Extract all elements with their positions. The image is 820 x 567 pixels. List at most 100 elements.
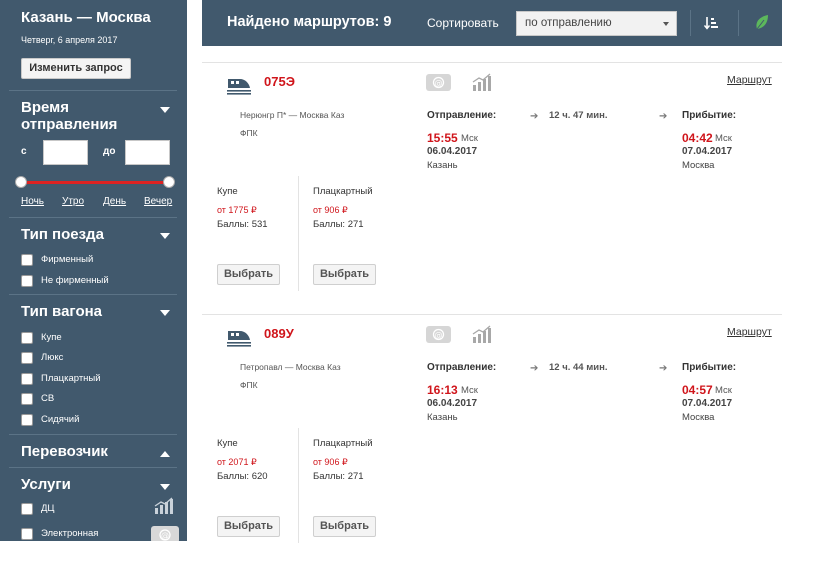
time-to-label: до [103, 146, 116, 157]
divider [202, 314, 782, 315]
departure-city: Казань [427, 412, 458, 423]
train-route-name: Нерюнгр П* — Москва Каз [240, 110, 345, 120]
time-slider-max-handle[interactable] [163, 176, 175, 188]
sort-select[interactable]: по отправлению [516, 11, 677, 36]
chevron-down-icon[interactable] [160, 484, 170, 490]
svg-text:@: @ [435, 79, 443, 88]
seat-points: Баллы: 271 [313, 219, 364, 230]
change-request-button[interactable]: Изменить запрос [21, 58, 131, 79]
search-date: Четверг, 6 апреля 2017 [21, 35, 118, 45]
route-link[interactable]: Маршрут [727, 326, 772, 338]
caret-down-icon [663, 22, 669, 26]
divider [9, 294, 177, 295]
train-number: 075Э [264, 74, 295, 89]
time-of-day-evening[interactable]: Вечер [144, 196, 172, 207]
chevron-down-icon[interactable] [160, 233, 170, 239]
divider [690, 10, 691, 36]
checkbox[interactable] [21, 352, 33, 364]
arrow-right-icon: ➔ [530, 111, 539, 122]
checkbox[interactable] [21, 275, 33, 287]
time-from-input[interactable] [43, 140, 88, 165]
checkbox[interactable] [21, 414, 33, 426]
train-card: 089У @ Маршрут Петропавл — Москва Каз ФП… [202, 314, 782, 567]
select-seat-button[interactable]: Выбрать [313, 516, 376, 537]
route-link[interactable]: Маршрут [727, 74, 772, 86]
checkbox[interactable] [21, 254, 33, 266]
leaf-icon[interactable] [754, 14, 770, 31]
divider [9, 467, 177, 468]
svg-text:@: @ [161, 531, 169, 540]
time-from-label: с [21, 146, 27, 157]
train-route-name: Петропавл — Москва Каз [240, 362, 341, 372]
services-title[interactable]: Услуги [21, 476, 71, 493]
sort-icon[interactable] [704, 16, 718, 30]
departure-time: 15:55 [427, 131, 458, 145]
trip-duration: 12 ч. 47 мин. [549, 110, 608, 121]
ticket-icon: @ [426, 74, 451, 91]
ticket-icon: @ [426, 326, 451, 343]
arrival-city: Москва [682, 412, 715, 423]
divider [738, 10, 739, 36]
arrow-right-icon: ➔ [530, 363, 539, 374]
arrival-label: Прибытие: [682, 110, 737, 121]
trip-duration: 12 ч. 44 мин. [549, 362, 608, 373]
departure-date: 06.04.2017 [427, 398, 478, 409]
divider [9, 90, 177, 91]
checkbox[interactable] [21, 393, 33, 405]
arrow-right-icon: ➔ [659, 111, 668, 122]
train-type-title[interactable]: Тип поезда [21, 226, 104, 243]
sort-label: Сортировать [427, 16, 499, 30]
carrier-title[interactable]: Перевозчик [21, 443, 108, 460]
seat-class-name: Плацкартный [313, 438, 373, 449]
divider [9, 434, 177, 435]
arrival-date: 07.04.2017 [682, 398, 733, 409]
train-icon [227, 331, 251, 347]
arrow-right-icon: ➔ [659, 363, 668, 374]
checkbox[interactable] [21, 503, 33, 515]
seat-price: от 1775 ₽ [217, 205, 257, 215]
checkbox[interactable] [21, 373, 33, 385]
time-of-day-day[interactable]: День [103, 196, 126, 207]
seat-class-name: Купе [217, 186, 238, 197]
train-carrier: ФПК [240, 380, 258, 390]
svg-text:@: @ [435, 331, 443, 340]
results-header: Найдено маршрутов: 9 Сортировать по отпр… [202, 0, 782, 46]
routes-found-count: Найдено маршрутов: 9 [227, 14, 392, 30]
chevron-down-icon[interactable] [160, 107, 170, 113]
seat-price: от 906 ₽ [313, 457, 348, 467]
seat-price: от 2071 ₽ [217, 457, 257, 467]
arrival-label: Прибытие: [682, 362, 737, 373]
filter-sidebar: Казань — Москва Четверг, 6 апреля 2017 И… [0, 0, 187, 541]
divider [298, 428, 299, 543]
time-to-input[interactable] [125, 140, 170, 165]
arrival-timezone: Мск [715, 133, 732, 144]
divider [9, 217, 177, 218]
ticket-icon: @ [151, 526, 179, 541]
checkbox[interactable] [21, 528, 33, 540]
time-slider-track[interactable] [21, 181, 169, 184]
train-card: 075Э @ Маршрут Нерюнгр П* — Москва Каз Ф… [202, 62, 782, 315]
seat-class-name: Купе [217, 438, 238, 449]
seat-points: Баллы: 531 [217, 219, 268, 230]
departure-label: Отправление: [427, 362, 497, 373]
departure-city: Казань [427, 160, 458, 171]
divider [298, 176, 299, 291]
seat-price: от 906 ₽ [313, 205, 348, 215]
select-seat-button[interactable]: Выбрать [217, 264, 280, 285]
checkbox[interactable] [21, 332, 33, 344]
departure-timezone: Мск [461, 385, 478, 396]
car-type-title[interactable]: Тип вагона [21, 303, 102, 320]
time-of-day-night[interactable]: Ночь [21, 196, 44, 207]
departure-time-title[interactable]: Время отправления [21, 99, 117, 133]
bar-chart-icon [154, 497, 173, 514]
arrival-date: 07.04.2017 [682, 146, 733, 157]
divider [202, 62, 782, 63]
select-seat-button[interactable]: Выбрать [313, 264, 376, 285]
chevron-up-icon[interactable] [160, 451, 170, 457]
time-of-day-morning[interactable]: Утро [62, 196, 84, 207]
arrival-time: 04:57 [682, 383, 713, 397]
select-seat-button[interactable]: Выбрать [217, 516, 280, 537]
search-route-title: Казань — Москва [21, 9, 151, 26]
time-slider-min-handle[interactable] [15, 176, 27, 188]
chevron-down-icon[interactable] [160, 310, 170, 316]
